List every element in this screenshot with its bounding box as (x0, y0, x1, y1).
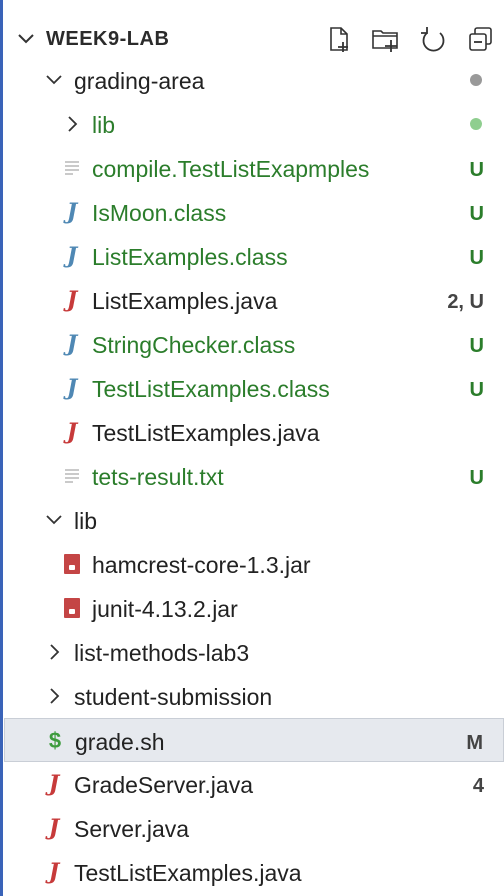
tree-item-label: ListExamples.class (92, 244, 288, 270)
java-class-icon: J (66, 331, 78, 357)
java-class-icon: J (66, 199, 78, 225)
tree-item-label: ListExamples.java (92, 288, 278, 314)
tree-item-label: TestListExamples.java (92, 420, 320, 446)
java-file-icon: J (48, 771, 60, 797)
text-file-icon (60, 156, 84, 180)
tree-item-label: Server.java (74, 816, 190, 842)
java-class-icon: J (66, 243, 78, 269)
explorer-section-header[interactable]: WEEK9-LAB (0, 20, 504, 58)
jar-file-icon (60, 596, 84, 620)
git-status-badge: U (469, 203, 484, 225)
new-folder-icon[interactable] (370, 24, 400, 54)
git-status-badge: U (469, 335, 484, 357)
tree-item[interactable]: student-submission (4, 674, 504, 718)
jar-file-icon (60, 552, 84, 576)
tree-item-label: StringChecker.class (92, 332, 296, 358)
java-file-icon: J (66, 287, 78, 313)
tree-item-label: TestListExamples.class (92, 376, 330, 402)
tree-item[interactable]: tets-result.txt U (4, 454, 504, 498)
text-file-icon (60, 464, 84, 488)
git-status-badge: U (469, 159, 484, 181)
java-file-icon: J (48, 859, 60, 885)
chevron-right-icon (42, 640, 66, 664)
git-status-badge: 2, U (447, 291, 484, 313)
shell-script-icon: $ (48, 728, 62, 753)
tree-item-label: hamcrest-core-1.3.jar (92, 552, 311, 578)
tree-item-label: lib (74, 508, 98, 534)
tree-item[interactable]: list-methods-lab3 (4, 630, 504, 674)
tree-item-label: lib (92, 112, 116, 138)
collapse-all-icon[interactable] (466, 24, 496, 54)
explorer-title: WEEK9-LAB (46, 28, 170, 50)
java-class-icon: J (66, 375, 78, 401)
tree-item-label: compile.TestListExapmples (92, 156, 370, 182)
chevron-down-icon (42, 68, 66, 92)
git-status-dot (470, 74, 482, 86)
tree-item-label: TestListExamples.java (74, 860, 302, 886)
tree-item-label: junit-4.13.2.jar (92, 596, 238, 622)
tree-item[interactable]: compile.TestListExapmples U (4, 146, 504, 190)
tree-item[interactable]: J TestListExamples.java (4, 850, 504, 894)
git-status-badge: U (469, 467, 484, 489)
chevron-down-icon (42, 508, 66, 532)
tree-item[interactable]: hamcrest-core-1.3.jar (4, 542, 504, 586)
java-file-icon: J (48, 815, 60, 841)
tree-item-label: IsMoon.class (92, 200, 227, 226)
chevron-right-icon (42, 684, 66, 708)
git-status-badge: 4 (472, 775, 484, 797)
tree-item[interactable]: J ListExamples.java 2, U (4, 278, 504, 322)
tree-item[interactable]: J GradeServer.java 4 (4, 762, 504, 806)
new-file-icon[interactable] (324, 24, 354, 54)
explorer-focus-border (0, 0, 3, 896)
tree-item-label: tets-result.txt (92, 464, 224, 490)
tree-item[interactable]: J Server.java (4, 806, 504, 850)
tree-item[interactable]: junit-4.13.2.jar (4, 586, 504, 630)
tree-item[interactable]: J ListExamples.class U (4, 234, 504, 278)
git-status-badge: U (469, 379, 484, 401)
tree-item[interactable]: J StringChecker.class U (4, 322, 504, 366)
tree-item[interactable]: $ grade.sh M (4, 718, 504, 762)
tree-item[interactable]: J TestListExamples.java (4, 410, 504, 454)
git-status-badge: U (469, 247, 484, 269)
git-status-badge: M (466, 732, 483, 754)
chevron-down-icon (18, 34, 34, 44)
tree-item[interactable]: lib (4, 498, 504, 542)
java-file-icon: J (66, 419, 78, 445)
tree-item-label: grade.sh (75, 729, 165, 755)
tree-item[interactable]: J IsMoon.class U (4, 190, 504, 234)
tree-item-label: grading-area (74, 68, 205, 94)
tree-item[interactable]: grading-area (4, 58, 504, 102)
tree-item[interactable]: J TestListExamples.class U (4, 366, 504, 410)
refresh-icon[interactable] (418, 24, 448, 54)
git-status-dot (470, 118, 482, 130)
tree-item-label: student-submission (74, 684, 273, 710)
explorer-toolbar (324, 24, 500, 54)
tree-item-label: list-methods-lab3 (74, 640, 250, 666)
tree-item[interactable]: lib (4, 102, 504, 146)
tree-item-label: GradeServer.java (74, 772, 253, 798)
chevron-right-icon (60, 112, 84, 136)
